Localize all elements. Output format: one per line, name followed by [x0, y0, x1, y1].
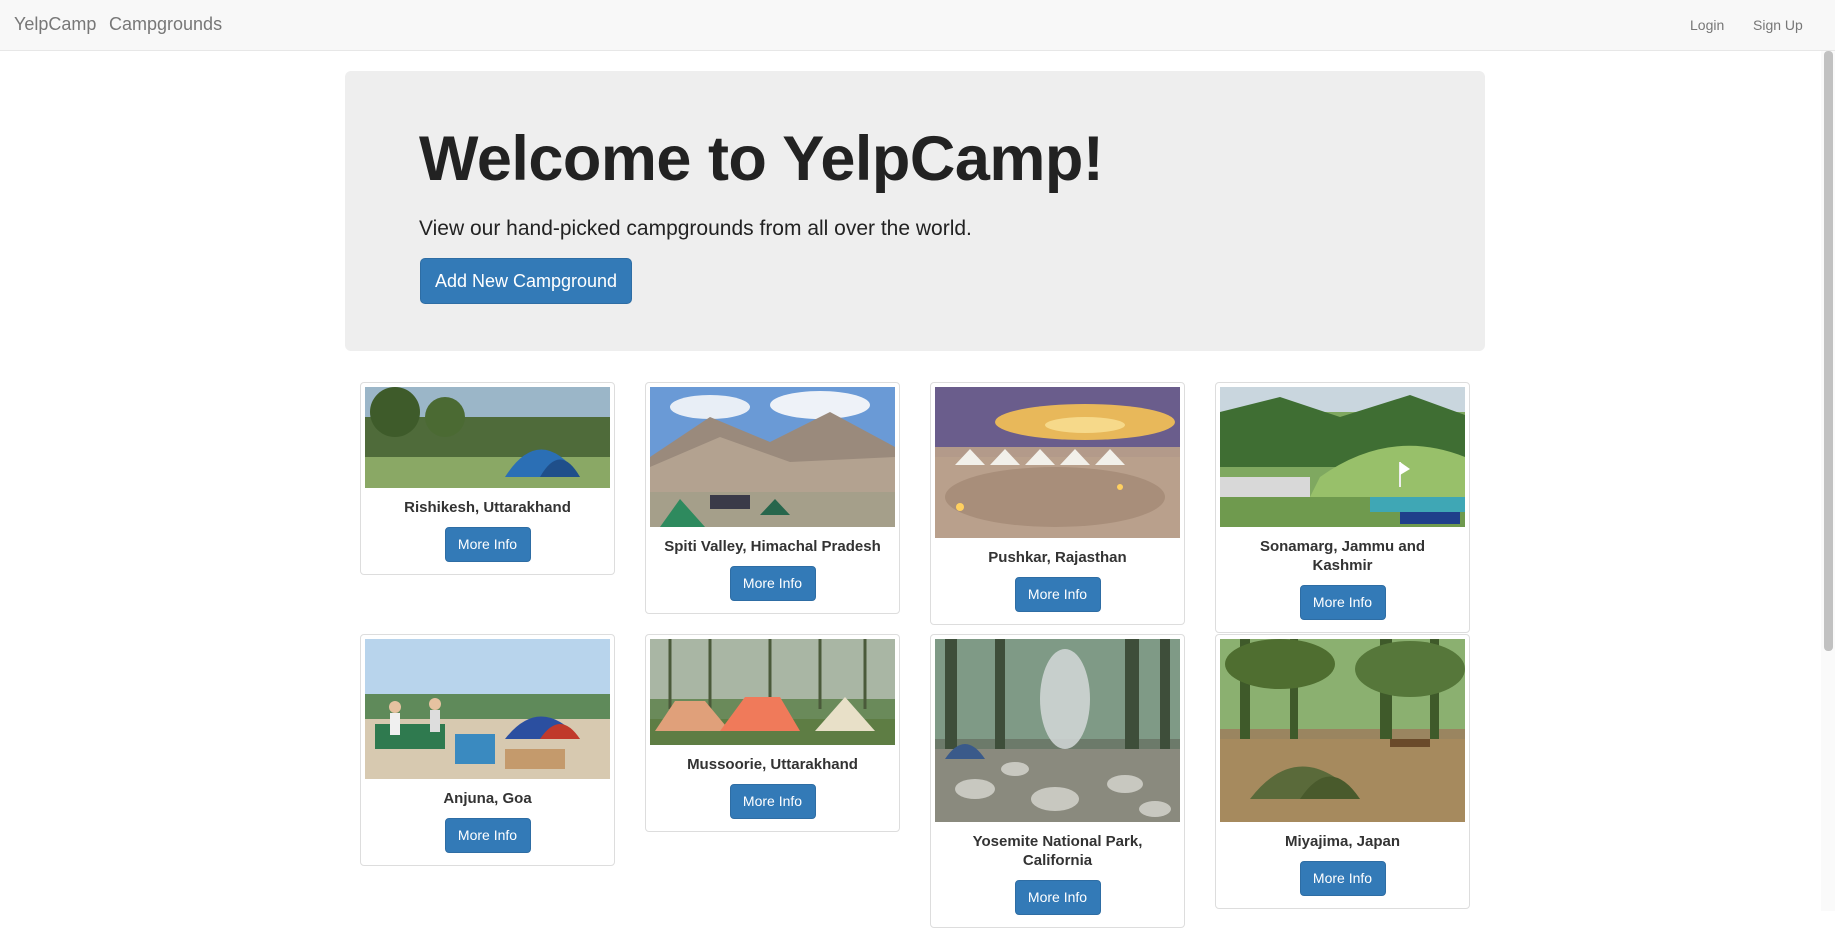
campground-name: Mussoorie, Uttarakhand — [687, 756, 858, 773]
more-info-button[interactable]: More Info — [729, 566, 816, 601]
more-info-button[interactable]: More Info — [1299, 861, 1386, 896]
page-subtitle: View our hand-picked campgrounds from al… — [419, 217, 972, 240]
campground-card: Rishikesh, Uttarakhand More Info — [360, 382, 615, 575]
campground-image — [935, 387, 1180, 538]
campground-card: Spiti Valley, Himachal Pradesh More Info — [645, 382, 900, 614]
campground-name: Rishikesh, Uttarakhand — [404, 499, 571, 516]
login-link[interactable]: Login — [1690, 17, 1724, 33]
campground-card: Anjuna, Goa More Info — [360, 634, 615, 866]
more-info-button[interactable]: More Info — [1014, 880, 1101, 915]
more-info-button[interactable]: More Info — [444, 818, 531, 853]
campground-card: Mussoorie, Uttarakhand More Info — [645, 634, 900, 832]
campground-name: Anjuna, Goa — [443, 790, 532, 807]
campground-card: Yosemite National Park, California More … — [930, 634, 1185, 928]
campground-image — [935, 639, 1180, 822]
navbar: YelpCamp Campgrounds Login Sign Up — [0, 0, 1835, 51]
brand-link[interactable]: YelpCamp — [14, 14, 96, 35]
campground-card: Pushkar, Rajasthan More Info — [930, 382, 1185, 625]
scrollbar-thumb[interactable] — [1824, 51, 1833, 651]
campground-image — [1220, 387, 1465, 527]
campground-name: Spiti Valley, Himachal Pradesh — [664, 538, 881, 555]
campground-image — [1220, 639, 1465, 822]
campground-image — [650, 387, 895, 527]
campground-name: Pushkar, Rajasthan — [988, 549, 1127, 566]
more-info-button[interactable]: More Info — [444, 527, 531, 562]
nav-campgrounds-link[interactable]: Campgrounds — [109, 14, 222, 35]
campground-name: Sonamarg, Jammu and Kashmir — [1259, 538, 1426, 574]
campground-card: Sonamarg, Jammu and Kashmir More Info — [1215, 382, 1470, 633]
campground-image — [650, 639, 895, 745]
campground-name: Yosemite National Park, California — [972, 833, 1143, 869]
campground-image — [365, 387, 610, 488]
more-info-button[interactable]: More Info — [1299, 585, 1386, 620]
campground-card: Miyajima, Japan More Info — [1215, 634, 1470, 909]
jumbotron: Welcome to YelpCamp! View our hand-picke… — [345, 71, 1485, 351]
campground-image — [365, 639, 610, 779]
signup-link[interactable]: Sign Up — [1753, 17, 1803, 33]
more-info-button[interactable]: More Info — [1014, 577, 1101, 612]
page-title: Welcome to YelpCamp! — [419, 124, 1104, 194]
add-campground-button[interactable]: Add New Campground — [420, 258, 632, 304]
campground-name: Miyajima, Japan — [1284, 833, 1401, 850]
more-info-button[interactable]: More Info — [729, 784, 816, 819]
